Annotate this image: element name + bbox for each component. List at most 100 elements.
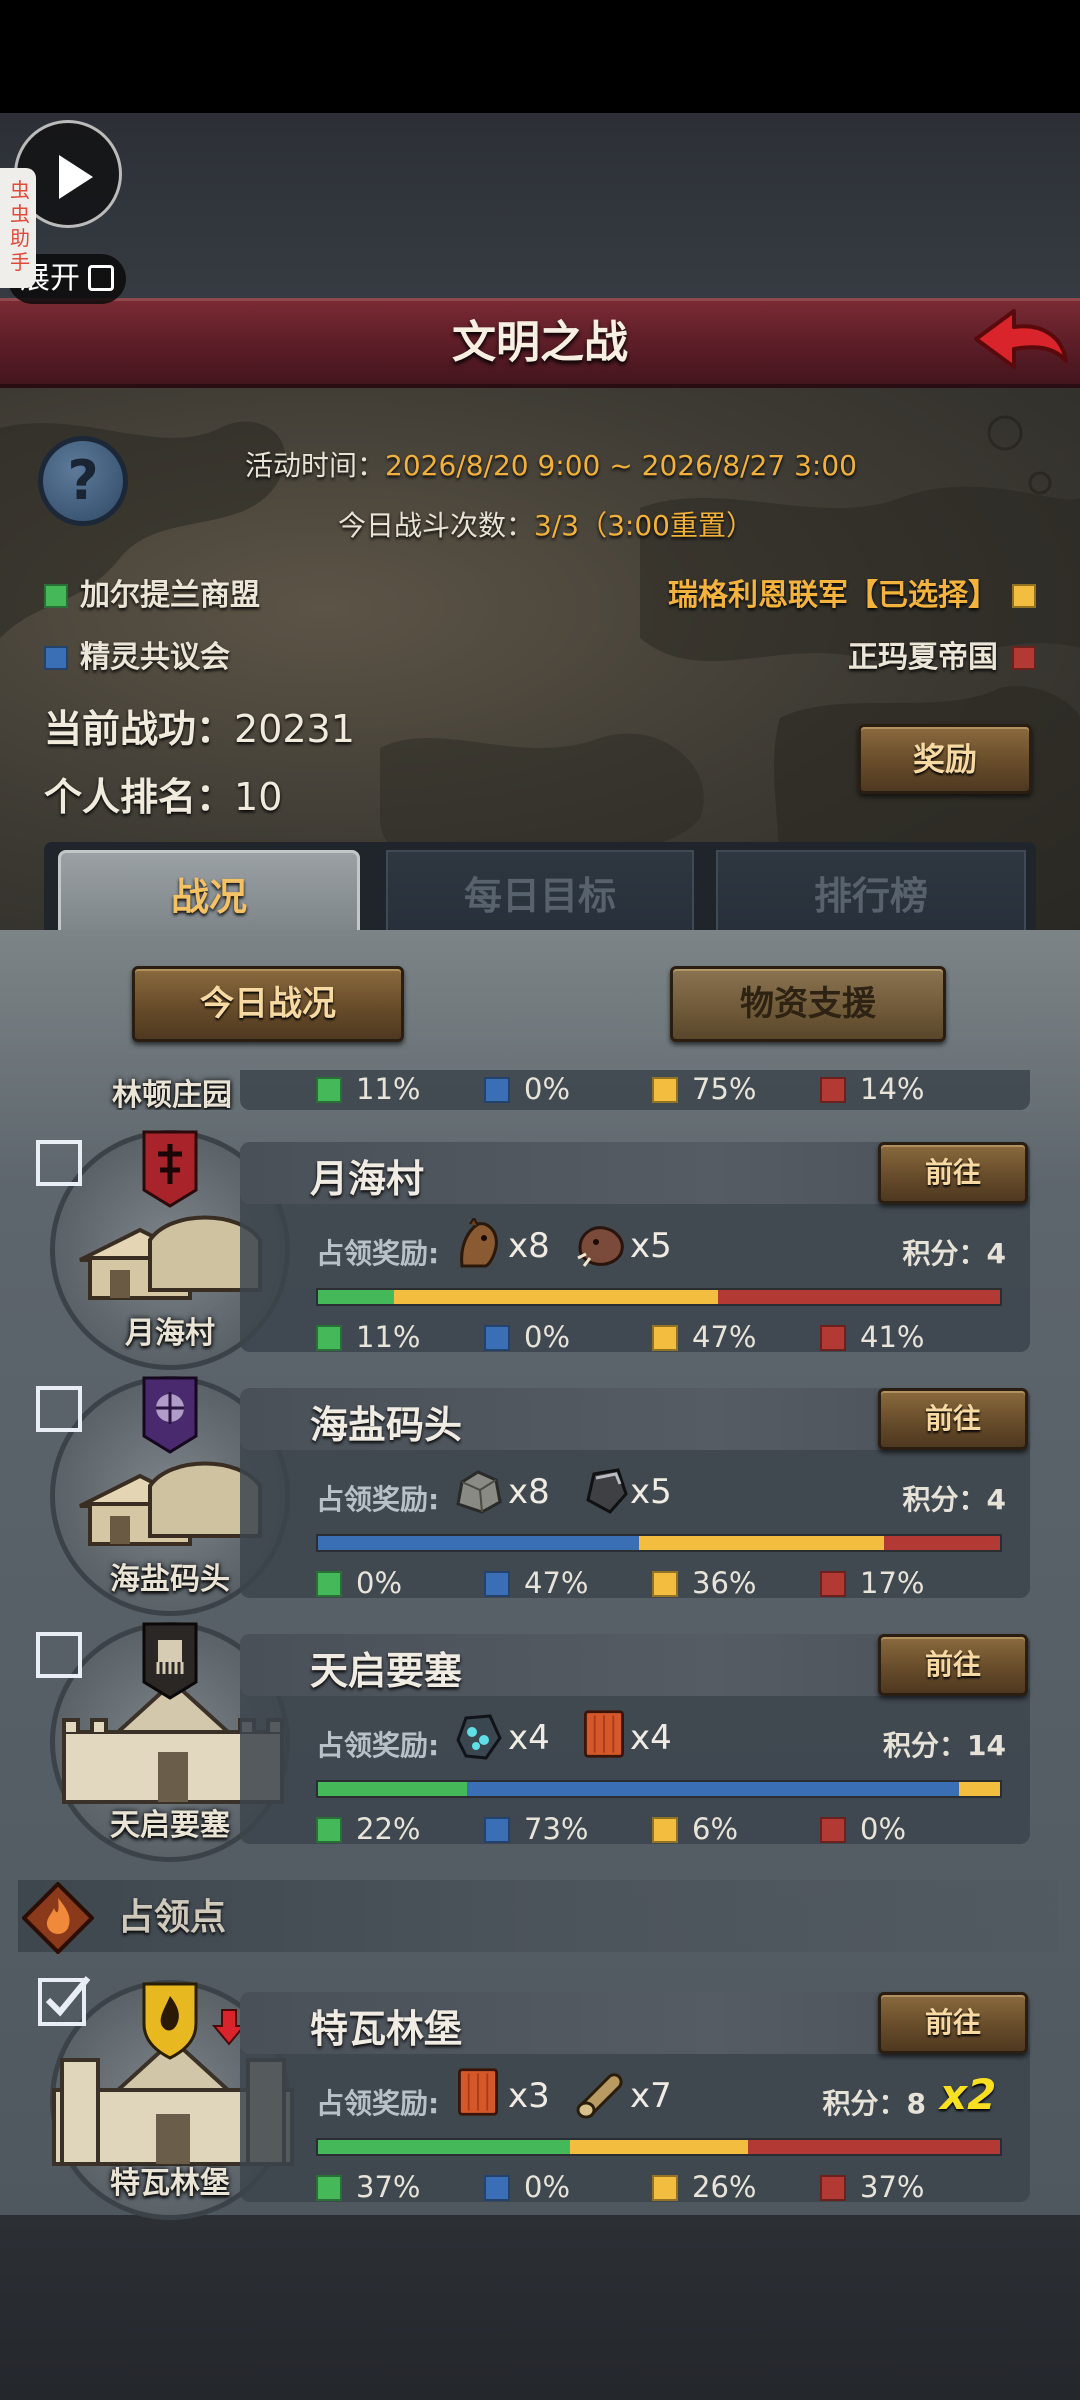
tab-leaderboard[interactable]: 排行榜 bbox=[716, 850, 1026, 938]
black-banner-icon bbox=[142, 1622, 198, 1700]
boar-icon bbox=[577, 1226, 624, 1267]
checked-checkbox[interactable] bbox=[36, 1972, 92, 2026]
helper-tag[interactable]: 虫虫助手 bbox=[0, 168, 36, 288]
pct-green: 11% bbox=[316, 1320, 420, 1354]
reward-qty: x4 bbox=[630, 1718, 672, 1758]
pct-blue: 47% bbox=[484, 1566, 588, 1600]
yellow-shield-icon bbox=[142, 1982, 198, 2060]
battle-count-value: 3/3（3:00重置） bbox=[534, 509, 754, 542]
pct-row: 22% 73% 6% 0% bbox=[316, 1812, 1016, 1846]
city-name: 天启要塞 bbox=[310, 1649, 463, 1693]
current-merit: 当前战功：20231 bbox=[44, 698, 355, 753]
blue-swatch bbox=[484, 1077, 510, 1103]
horse-icon bbox=[460, 1218, 498, 1268]
reward-qty: x8 bbox=[508, 1472, 550, 1512]
tab-daily-goals[interactable]: 每日目标 bbox=[386, 850, 694, 938]
row-checkbox[interactable] bbox=[36, 1386, 82, 1432]
score: 积分：14 bbox=[883, 1729, 1006, 1762]
faction-color-swatch bbox=[44, 646, 68, 670]
tab-status[interactable]: 战况 bbox=[58, 850, 360, 938]
pct-value: 26% bbox=[692, 2170, 757, 2204]
pct-value: 11% bbox=[356, 1072, 421, 1106]
play-icon bbox=[59, 155, 93, 199]
iron-ore-icon bbox=[586, 1468, 628, 1514]
red-banner-icon bbox=[142, 1130, 198, 1208]
pct-row: 11% 0% 47% 41% bbox=[316, 1320, 1016, 1354]
pct-red: 0% bbox=[820, 1812, 906, 1846]
log-icon bbox=[576, 2073, 623, 2119]
upper-background bbox=[0, 113, 1080, 298]
red-swatch bbox=[820, 1571, 846, 1597]
bottom-area bbox=[0, 2215, 1080, 2400]
pct-value: 36% bbox=[692, 1566, 757, 1600]
row-checkbox[interactable] bbox=[36, 1632, 82, 1678]
faction-blue: 精灵共议会 bbox=[44, 632, 230, 676]
go-button[interactable]: 前往 bbox=[878, 1992, 1028, 2054]
pct-green: 37% bbox=[316, 2170, 420, 2204]
reward-label: 占领奖励: bbox=[316, 1483, 440, 1516]
control-bar bbox=[316, 1534, 1002, 1552]
reward-label: 占领奖励: bbox=[316, 2087, 440, 2120]
pct-value: 75% bbox=[692, 1072, 757, 1106]
blue-swatch bbox=[484, 1325, 510, 1351]
back-arrow-icon[interactable] bbox=[970, 305, 1070, 375]
battle-count-label: 今日战斗次数： bbox=[338, 509, 535, 542]
pct-value: 17% bbox=[860, 1566, 925, 1600]
go-button[interactable]: 前往 bbox=[878, 1388, 1028, 1450]
occupied-row: 特瓦林堡 特瓦林堡 前往 占领奖励: x3 x7 积分：8 x2 37% 0% … bbox=[0, 1976, 1080, 2220]
reward-qty: x3 bbox=[508, 2076, 550, 2116]
expand-icon bbox=[88, 265, 114, 291]
pct-blue: 0% bbox=[484, 1072, 570, 1106]
go-button[interactable]: 前往 bbox=[878, 1142, 1028, 1204]
supply-button[interactable]: 物资支援 bbox=[670, 966, 946, 1042]
faction-yellow-selected: 瑞格利恩联军【已选择】 bbox=[668, 570, 1036, 614]
pct-red: 14% bbox=[820, 1072, 924, 1106]
pct-blue: 73% bbox=[484, 1812, 588, 1846]
personal-rank: 个人排名：10 bbox=[44, 766, 282, 821]
score: 积分：4 bbox=[902, 1483, 1006, 1516]
pct-yellow: 6% bbox=[652, 1812, 738, 1846]
today-status-button[interactable]: 今日战况 bbox=[132, 966, 404, 1042]
faction-name: 瑞格利恩联军【已选择】 bbox=[668, 578, 998, 613]
go-button[interactable]: 前往 bbox=[878, 1634, 1028, 1696]
reward-qty: x5 bbox=[630, 1472, 672, 1512]
faction-name: 正玛夏帝国 bbox=[848, 640, 998, 675]
event-time-value: 2026/8/20 9:00 ~ 2026/8/27 3:00 bbox=[385, 449, 857, 482]
bar-segment-yellow bbox=[638, 1536, 885, 1550]
faction-color-swatch bbox=[1012, 584, 1036, 608]
pct-blue: 0% bbox=[484, 2170, 570, 2204]
status-bar bbox=[0, 0, 1080, 113]
reward-qty: x8 bbox=[508, 1226, 550, 1266]
section-title: 占领点 bbox=[118, 1897, 227, 1938]
green-swatch bbox=[316, 1817, 342, 1843]
merit-label: 当前战功： bbox=[44, 707, 235, 751]
blue-swatch bbox=[484, 1571, 510, 1597]
question-icon: ? bbox=[67, 449, 99, 512]
pct-red: 17% bbox=[820, 1566, 924, 1600]
reward-label: 占领奖励: bbox=[316, 1729, 440, 1762]
reward-button[interactable]: 奖励 bbox=[858, 724, 1032, 794]
row-checkbox[interactable] bbox=[36, 1140, 82, 1186]
green-swatch bbox=[316, 1571, 342, 1597]
gem-ore-icon bbox=[456, 1714, 502, 1760]
score: 积分：8 bbox=[822, 2087, 926, 2120]
pct-yellow: 26% bbox=[652, 2170, 756, 2204]
reward-qty: x5 bbox=[630, 1226, 672, 1266]
pct-yellow: 36% bbox=[652, 1566, 756, 1600]
faction-green: 加尔提兰商盟 bbox=[44, 570, 260, 614]
faction-color-swatch bbox=[1012, 646, 1036, 670]
faction-name: 加尔提兰商盟 bbox=[80, 578, 260, 613]
merit-value: 20231 bbox=[234, 707, 355, 751]
event-time: 活动时间：2026/8/20 9:00 ~ 2026/8/27 3:00 bbox=[245, 444, 857, 484]
bar-segment-yellow bbox=[959, 1782, 1000, 1796]
red-swatch bbox=[820, 1817, 846, 1843]
pct-value: 37% bbox=[860, 2170, 925, 2204]
faction-color-swatch bbox=[44, 584, 68, 608]
pct-value: 73% bbox=[524, 1812, 589, 1846]
bar-segment-green bbox=[318, 1290, 394, 1304]
plank-icon bbox=[458, 2068, 498, 2116]
pct-value: 47% bbox=[524, 1566, 589, 1600]
bar-segment-red bbox=[884, 1536, 1000, 1550]
stone-icon bbox=[456, 1470, 502, 1514]
help-button[interactable]: ? bbox=[38, 436, 128, 526]
